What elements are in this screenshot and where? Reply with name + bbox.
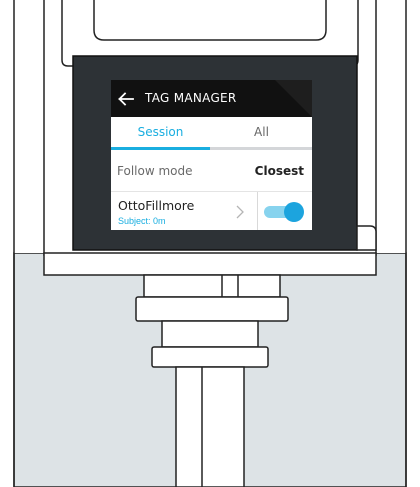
tab-bar: Session All [111, 117, 312, 150]
subject-distance: Subject: 0m [118, 216, 166, 226]
header-bar: TAG MANAGER [111, 80, 312, 117]
tab-all[interactable]: All [211, 117, 312, 147]
subject-name: OttoFillmore [118, 198, 195, 213]
follow-mode-value: Closest [254, 164, 304, 178]
device-illustration: TAG MANAGER Session All Follow mode Clos… [0, 0, 420, 487]
chevron-right-icon [236, 205, 244, 219]
row-divider [257, 192, 258, 230]
follow-mode-label: Follow mode [117, 164, 193, 178]
camera-mount-illustration [13, 0, 407, 487]
tab-track [111, 147, 312, 150]
tab-session[interactable]: Session [111, 117, 210, 147]
arrow-left-icon[interactable] [117, 90, 135, 108]
subject-row[interactable]: OttoFillmore Subject: 0m [111, 192, 257, 230]
header-accent [275, 80, 312, 117]
toggle-knob [284, 202, 304, 222]
tag-manager-screen: TAG MANAGER Session All Follow mode Clos… [111, 80, 312, 230]
follow-mode-row[interactable]: Follow mode Closest [111, 151, 312, 192]
active-tab-indicator [111, 147, 210, 150]
page-title: TAG MANAGER [145, 91, 237, 105]
subject-tracking-toggle[interactable] [264, 201, 304, 223]
